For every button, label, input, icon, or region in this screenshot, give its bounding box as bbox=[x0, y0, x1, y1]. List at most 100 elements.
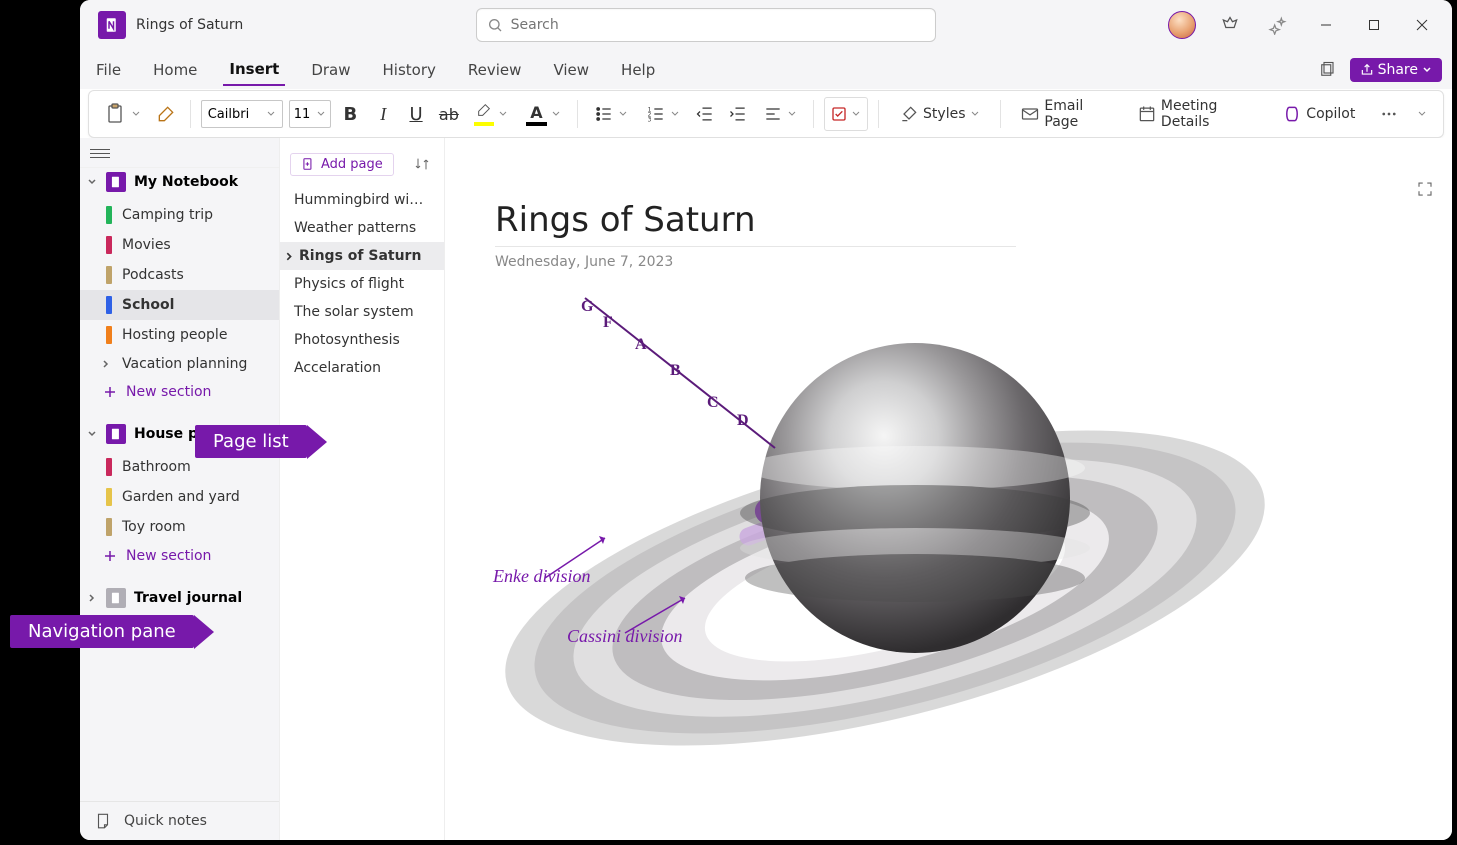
navigation-pane: My Notebook Camping trip Movies Podcasts… bbox=[80, 138, 280, 840]
premium-icon[interactable] bbox=[1208, 5, 1252, 45]
chevron-down-icon bbox=[86, 428, 98, 440]
menu-review[interactable]: Review bbox=[462, 55, 528, 85]
sort-pages-button[interactable] bbox=[410, 152, 434, 176]
chevron-down-icon bbox=[970, 109, 980, 119]
todo-tag-button[interactable] bbox=[824, 97, 868, 131]
plus-icon bbox=[104, 386, 116, 398]
menu-view[interactable]: View bbox=[547, 55, 595, 85]
chevron-right-icon bbox=[86, 592, 98, 604]
ring-label-b: B bbox=[670, 362, 681, 380]
page-item[interactable]: Accelaration bbox=[280, 354, 444, 382]
notebook-header-my-notebook[interactable]: My Notebook bbox=[80, 168, 279, 200]
svg-text:3: 3 bbox=[647, 118, 651, 124]
ring-label-c: C bbox=[707, 394, 719, 412]
page-title[interactable]: Rings of Saturn bbox=[495, 200, 1016, 247]
bold-button[interactable]: B bbox=[337, 97, 364, 131]
section-toy-room[interactable]: Toy room bbox=[80, 512, 279, 542]
styles-button[interactable]: Styles bbox=[889, 97, 989, 131]
fullscreen-icon[interactable] bbox=[1416, 180, 1434, 202]
chevron-down-icon bbox=[851, 109, 861, 119]
page-canvas[interactable]: Rings of Saturn Wednesday, June 7, 2023 bbox=[445, 138, 1452, 840]
highlight-button[interactable] bbox=[468, 97, 514, 131]
outdent-button[interactable] bbox=[692, 97, 719, 131]
more-options-button[interactable] bbox=[1375, 97, 1402, 131]
copilot-button[interactable]: Copilot bbox=[1272, 97, 1365, 131]
section-hosting-people[interactable]: Hosting people bbox=[80, 320, 279, 350]
plus-icon bbox=[104, 550, 116, 562]
bullet-list-button[interactable] bbox=[588, 97, 634, 131]
chevron-down-icon bbox=[670, 109, 680, 119]
notebook-icon bbox=[106, 588, 126, 608]
new-section-button-2[interactable]: New section bbox=[80, 542, 279, 570]
chevron-down-icon bbox=[787, 109, 797, 119]
callout-nav-pane: Navigation pane bbox=[10, 615, 194, 648]
menu-draw[interactable]: Draw bbox=[305, 55, 356, 85]
chevron-down-icon bbox=[266, 109, 276, 119]
hamburger-icon[interactable] bbox=[90, 144, 110, 164]
page-item[interactable]: Hummingbird wing... bbox=[280, 186, 444, 214]
ring-label-f: F bbox=[603, 314, 613, 332]
share-label: Share bbox=[1378, 62, 1418, 78]
paste-button[interactable] bbox=[97, 97, 147, 131]
italic-button[interactable]: I bbox=[370, 97, 397, 131]
page-item[interactable]: Photosynthesis bbox=[280, 326, 444, 354]
align-button[interactable] bbox=[757, 97, 803, 131]
maximize-button[interactable] bbox=[1352, 5, 1396, 45]
page-list-pane: Add page Hummingbird wing... Weather pat… bbox=[280, 138, 445, 840]
sort-icon bbox=[414, 156, 430, 172]
page-date: Wednesday, June 7, 2023 bbox=[495, 254, 673, 270]
notebook-header-travel-journal[interactable]: Travel journal bbox=[80, 584, 279, 616]
open-in-new-window-icon[interactable] bbox=[1312, 55, 1342, 85]
page-item[interactable]: Weather patterns bbox=[280, 214, 444, 242]
section-camping-trip[interactable]: Camping trip bbox=[80, 200, 279, 230]
note-icon bbox=[94, 812, 112, 830]
indent-button[interactable] bbox=[724, 97, 751, 131]
minimize-button[interactable] bbox=[1304, 5, 1348, 45]
menu-file[interactable]: File bbox=[90, 55, 127, 85]
strikethrough-button[interactable]: ab bbox=[435, 97, 462, 131]
font-family-select[interactable]: Cailbri bbox=[201, 100, 283, 128]
new-section-button[interactable]: New section bbox=[80, 378, 279, 406]
annotation-enke: Enke division bbox=[493, 566, 590, 587]
section-garden-and-yard[interactable]: Garden and yard bbox=[80, 482, 279, 512]
window-title: Rings of Saturn bbox=[136, 17, 243, 33]
section-movies[interactable]: Movies bbox=[80, 230, 279, 260]
close-button[interactable] bbox=[1400, 5, 1444, 45]
chevron-right-icon bbox=[100, 358, 112, 370]
section-school[interactable]: School bbox=[80, 290, 279, 320]
underline-button[interactable]: U bbox=[403, 97, 430, 131]
chevron-down-icon bbox=[498, 109, 508, 119]
ribbon-expand-button[interactable] bbox=[1408, 97, 1435, 131]
page-item[interactable]: Physics of flight bbox=[280, 270, 444, 298]
user-avatar[interactable] bbox=[1168, 11, 1196, 39]
chevron-down-icon bbox=[551, 109, 561, 119]
font-size-select[interactable]: 11 bbox=[289, 100, 331, 128]
quick-notes-button[interactable]: Quick notes bbox=[80, 801, 279, 840]
onenote-app-icon bbox=[98, 11, 126, 39]
menu-history[interactable]: History bbox=[377, 55, 442, 85]
annotation-cassini: Cassini division bbox=[567, 626, 683, 647]
page-item[interactable]: The solar system bbox=[280, 298, 444, 326]
title-bar: Rings of Saturn bbox=[80, 0, 1452, 50]
meeting-details-button[interactable]: Meeting Details bbox=[1127, 97, 1266, 131]
notebook-icon bbox=[106, 172, 126, 192]
menu-home[interactable]: Home bbox=[147, 55, 203, 85]
menu-insert[interactable]: Insert bbox=[223, 54, 285, 86]
numbered-list-button[interactable]: 123 bbox=[640, 97, 686, 131]
section-vacation-planning[interactable]: Vacation planning bbox=[80, 350, 279, 378]
share-button[interactable]: Share bbox=[1350, 58, 1442, 82]
chevron-down-icon bbox=[1422, 65, 1432, 75]
format-painter-button[interactable] bbox=[153, 97, 180, 131]
menu-help[interactable]: Help bbox=[615, 55, 661, 85]
sparkle-icon[interactable] bbox=[1256, 5, 1300, 45]
font-color-button[interactable]: A bbox=[520, 97, 566, 131]
add-page-button[interactable]: Add page bbox=[290, 153, 394, 176]
search-input[interactable] bbox=[511, 17, 925, 33]
section-podcasts[interactable]: Podcasts bbox=[80, 260, 279, 290]
chevron-down-icon bbox=[618, 109, 628, 119]
email-page-button[interactable]: Email Page bbox=[1010, 97, 1121, 131]
global-search[interactable] bbox=[476, 8, 936, 42]
page-item-selected[interactable]: Rings of Saturn bbox=[280, 242, 444, 270]
callout-page-list: Page list bbox=[195, 425, 307, 458]
ring-label-g: G bbox=[581, 298, 593, 316]
